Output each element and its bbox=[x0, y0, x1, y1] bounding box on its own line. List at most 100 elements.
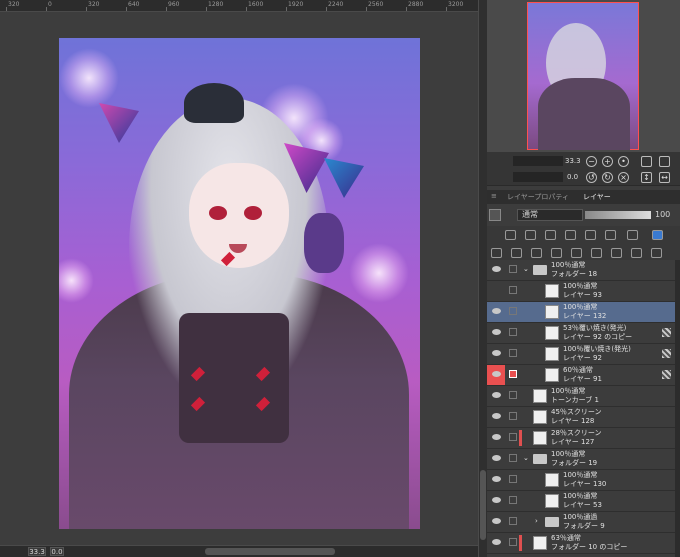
rotation-slider[interactable] bbox=[513, 172, 563, 182]
lock-checkbox[interactable] bbox=[509, 307, 517, 315]
lock-checkbox[interactable] bbox=[509, 412, 517, 420]
layer-blend-mode: 100％通常 bbox=[551, 450, 586, 458]
fill-layer-icon[interactable] bbox=[631, 248, 642, 258]
layer-row[interactable]: 100％通常 トーンカーブ 1 bbox=[487, 386, 675, 407]
lock-checkbox[interactable] bbox=[509, 454, 517, 462]
reset-rotation-icon[interactable]: × bbox=[618, 172, 629, 183]
visibility-toggle[interactable] bbox=[487, 512, 505, 532]
folder-expand-icon[interactable]: › bbox=[535, 517, 538, 526]
flip-horizontal-icon[interactable]: ↔ bbox=[659, 172, 670, 183]
folder-expand-icon[interactable]: ⌄ bbox=[523, 265, 529, 274]
clip-icon[interactable] bbox=[505, 230, 516, 240]
lock-checkbox[interactable] bbox=[509, 496, 517, 504]
opacity-value[interactable]: 100 bbox=[655, 210, 670, 219]
visibility-toggle[interactable] bbox=[487, 449, 505, 469]
visibility-toggle[interactable] bbox=[487, 260, 505, 280]
lock-checkbox[interactable] bbox=[509, 475, 517, 483]
layer-list-scrollbar[interactable] bbox=[675, 260, 680, 557]
visibility-toggle[interactable] bbox=[487, 323, 505, 343]
eye-icon bbox=[492, 329, 501, 335]
horizontal-scrollbar[interactable]: 33.3 0.0 bbox=[0, 545, 478, 557]
layer-row[interactable]: 100％通常 レイヤー 93 bbox=[487, 281, 675, 302]
blend-mode-select[interactable]: 通常 bbox=[517, 209, 583, 221]
transfer-down-icon[interactable] bbox=[551, 248, 562, 258]
lock-checkbox[interactable] bbox=[509, 265, 517, 273]
layer-row[interactable]: 53％覆い焼き(発光) レイヤー 92 のコピー bbox=[487, 323, 675, 344]
opacity-slider[interactable] bbox=[585, 211, 651, 219]
lock-transparent-icon[interactable] bbox=[585, 230, 596, 240]
folder-expand-icon[interactable]: ⌄ bbox=[523, 454, 529, 463]
lock-checkbox[interactable] bbox=[509, 433, 517, 441]
layer-row[interactable]: 63％通常 フォルダー 10 のコピー bbox=[487, 533, 675, 554]
layer-folder-row[interactable]: ⌄ 100％通常 フォルダー 19 bbox=[487, 449, 675, 470]
visibility-toggle[interactable] bbox=[487, 302, 505, 322]
visibility-toggle[interactable] bbox=[487, 386, 505, 406]
zoom-out-icon[interactable]: − bbox=[586, 156, 597, 167]
layer-folder-row[interactable]: › 100％通過 フォルダー 9 bbox=[487, 512, 675, 533]
lock-icon[interactable] bbox=[565, 230, 576, 240]
layer-row[interactable]: 100％通常 レイヤー 132 bbox=[487, 302, 675, 323]
lock-checkbox[interactable] bbox=[509, 370, 517, 378]
draft-icon[interactable] bbox=[545, 230, 556, 240]
layer-color-swatch[interactable] bbox=[489, 209, 501, 221]
mask-icon[interactable] bbox=[605, 230, 616, 240]
visibility-toggle[interactable] bbox=[487, 344, 505, 364]
layer-row[interactable]: 100％覆い焼き(発光) レイヤー 92 bbox=[487, 344, 675, 365]
vertical-scrollbar[interactable] bbox=[478, 0, 487, 557]
flip-vertical-icon[interactable]: ↕ bbox=[641, 172, 652, 183]
rotation-angle[interactable]: 0.0 bbox=[50, 547, 64, 556]
visibility-toggle[interactable] bbox=[487, 533, 505, 553]
zoom-value[interactable]: 33.3 bbox=[565, 157, 581, 165]
new-vector-layer-icon[interactable] bbox=[511, 248, 522, 258]
tab-layer[interactable]: レイヤー bbox=[583, 192, 611, 202]
new-folder-icon[interactable] bbox=[531, 248, 542, 258]
navigator-preview[interactable] bbox=[527, 2, 639, 150]
lock-checkbox[interactable] bbox=[509, 391, 517, 399]
lock-checkbox[interactable] bbox=[509, 517, 517, 525]
delete-layer-icon[interactable] bbox=[651, 248, 662, 258]
visibility-toggle[interactable] bbox=[487, 470, 505, 490]
lock-checkbox[interactable] bbox=[509, 538, 517, 546]
artwork-canvas[interactable] bbox=[59, 38, 420, 529]
apply-mask-icon[interactable] bbox=[611, 248, 622, 258]
fit-window-icon[interactable] bbox=[659, 156, 670, 167]
fullscreen-icon[interactable] bbox=[641, 156, 652, 167]
scroll-thumb[interactable] bbox=[480, 470, 486, 540]
canvas-area[interactable] bbox=[0, 12, 478, 545]
visibility-toggle[interactable] bbox=[487, 281, 505, 301]
navigator-panel[interactable] bbox=[487, 0, 680, 152]
layer-row[interactable]: 28％スクリーン レイヤー 127 bbox=[487, 428, 675, 449]
tab-layer-property[interactable]: レイヤープロパティ bbox=[507, 192, 569, 202]
mask-add-icon[interactable] bbox=[591, 248, 602, 258]
rotate-left-icon[interactable]: ↺ bbox=[586, 172, 597, 183]
layer-name: レイヤー 128 bbox=[551, 417, 595, 425]
visibility-toggle[interactable] bbox=[487, 365, 505, 385]
layer-row[interactable]: 100％通常 レイヤー 53 bbox=[487, 491, 675, 512]
layer-row[interactable]: 60％通常 レイヤー 91 bbox=[487, 365, 675, 386]
visibility-toggle[interactable] bbox=[487, 491, 505, 511]
zoom-slider[interactable] bbox=[513, 156, 563, 166]
layer-color-icon[interactable] bbox=[652, 230, 663, 240]
ruler-icon[interactable] bbox=[627, 230, 638, 240]
fit-icon[interactable]: • bbox=[618, 156, 629, 167]
zoom-in-icon[interactable]: + bbox=[602, 156, 613, 167]
layer-list[interactable]: ⌄ 100％通常 フォルダー 18 100％通常 レイヤー 93 100％通常 レイヤー 1… bbox=[487, 260, 680, 557]
reference-icon[interactable] bbox=[525, 230, 536, 240]
ruler-tick bbox=[86, 7, 87, 11]
panel-menu-icon[interactable]: ≡ bbox=[491, 192, 497, 200]
lock-checkbox[interactable] bbox=[509, 349, 517, 357]
zoom-level[interactable]: 33.3 bbox=[28, 547, 46, 556]
rotation-value[interactable]: 0.0 bbox=[567, 173, 578, 181]
merge-down-icon[interactable] bbox=[571, 248, 582, 258]
layer-row[interactable]: 100％通常 レイヤー 130 bbox=[487, 470, 675, 491]
visibility-toggle[interactable] bbox=[487, 428, 505, 448]
rotate-right-icon[interactable]: ↻ bbox=[602, 172, 613, 183]
layer-row[interactable]: 45％スクリーン レイヤー 128 bbox=[487, 407, 675, 428]
layer-folder-row[interactable]: ⌄ 100％通常 フォルダー 18 bbox=[487, 260, 675, 281]
lock-checkbox[interactable] bbox=[509, 328, 517, 336]
preview-dress bbox=[538, 78, 630, 150]
visibility-toggle[interactable] bbox=[487, 407, 505, 427]
new-raster-layer-icon[interactable] bbox=[491, 248, 502, 258]
scroll-thumb[interactable] bbox=[205, 548, 335, 555]
lock-checkbox[interactable] bbox=[509, 286, 517, 294]
